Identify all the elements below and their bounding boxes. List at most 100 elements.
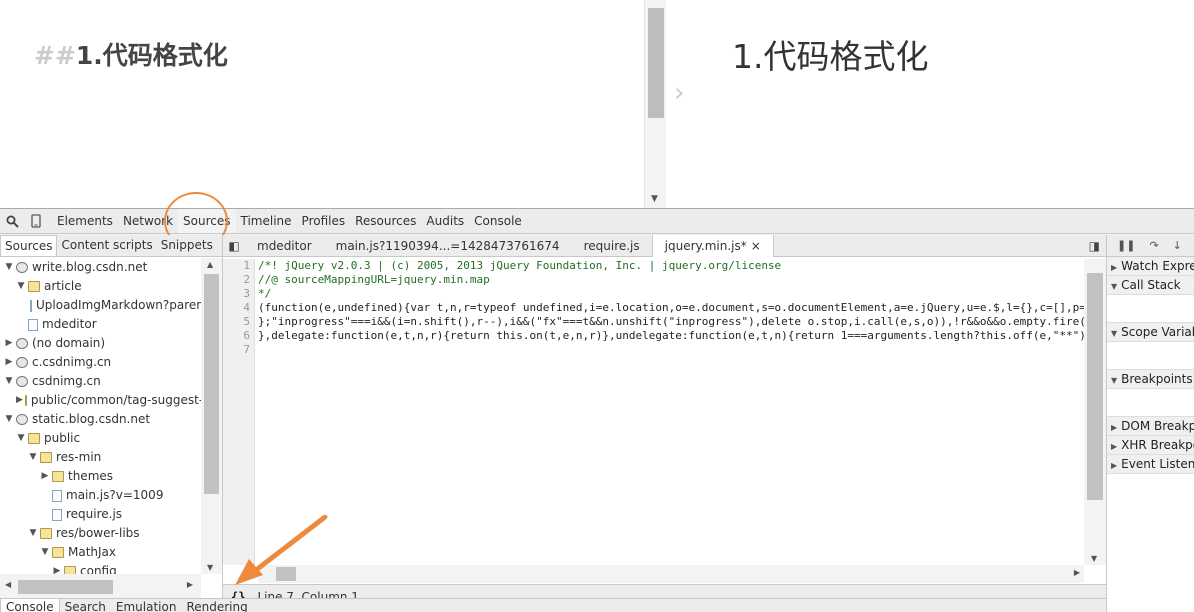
tree-node[interactable]: ▶ public/common/tag-suggest- [0,391,201,410]
tree-node[interactable]: UploadImgMarkdown?paren [0,296,201,315]
expand-right-icon[interactable]: ▶ [52,562,62,574]
drawer-tab-console[interactable]: Console [0,599,60,612]
debug-pane-header[interactable]: ▶ XHR Breakpoints [1107,436,1194,455]
chevron-right-icon[interactable]: › [674,78,684,108]
debug-pane-header[interactable]: ▶ Watch Expressions [1107,257,1194,276]
tab-network[interactable]: Network [118,209,178,233]
scroll-right-arrow-icon[interactable]: ▶ [1074,568,1080,577]
expand-down-icon[interactable]: ▼ [28,448,38,467]
code-editor[interactable]: /*! jQuery v2.0.3 | (c) 2005, 2013 jQuer… [258,259,1084,565]
tree-node[interactable]: mdeditor [0,315,201,334]
debug-pane-header[interactable]: ▶ Event Listener Breakpoints [1107,455,1194,474]
code-vertical-scrollbar[interactable]: ▼ [1084,259,1106,565]
scroll-down-arrow-icon[interactable]: ▼ [1091,554,1097,563]
drawer-tab-search[interactable]: Search [60,599,111,612]
tree-node[interactable]: ▶ config [0,562,201,574]
tree-node[interactable]: ▶ (no domain) [0,334,201,353]
tree-node[interactable]: ▼ res-min [0,448,201,467]
code-line[interactable]: //@ sourceMappingURL=jquery.min.map [258,273,1084,287]
nav-tab-sources[interactable]: Sources [0,235,58,256]
tree-scroll-thumb[interactable] [204,274,219,494]
toggle-debugger-icon[interactable]: ◨ [1089,239,1100,253]
step-over-icon[interactable]: ↷ [1149,239,1158,252]
tree-node[interactable]: ▶ themes [0,467,201,486]
markdown-editor[interactable]: ##1.代码格式化 [0,0,644,208]
expand-down-icon[interactable]: ▼ [4,410,14,429]
expand-down-icon[interactable]: ▼ [4,372,14,391]
nav-tab-content-scripts[interactable]: Content scripts [57,235,156,256]
scroll-left-arrow-icon[interactable]: ◀ [5,580,11,589]
tab-resources[interactable]: Resources [350,209,421,233]
tree-vertical-scrollbar[interactable]: ▲ ▼ [201,258,222,574]
expand-right-icon[interactable]: ▶ [1111,263,1117,272]
inspect-search-icon[interactable] [0,209,24,233]
tree-node[interactable]: ▼ static.blog.csdn.net [0,410,201,429]
expand-right-icon[interactable]: ▶ [40,467,50,486]
tab-audits[interactable]: Audits [421,209,469,233]
step-into-icon[interactable]: ↓ [1173,239,1182,252]
tab-console[interactable]: Console [469,209,527,233]
tree-node[interactable]: ▼ res/bower-libs [0,524,201,543]
code-scroll-thumb[interactable] [1087,273,1103,500]
tree-node[interactable]: ▼ write.blog.csdn.net [0,258,201,277]
tree-node[interactable]: ▶ c.csdnimg.cn [0,353,201,372]
expand-right-icon[interactable]: ▶ [1111,423,1117,432]
expand-down-icon[interactable]: ▼ [40,543,50,562]
tree-hscroll-thumb[interactable] [18,580,113,594]
expand-right-icon[interactable]: ▶ [1111,461,1117,470]
expand-right-icon[interactable]: ▶ [16,391,23,410]
tree-node[interactable]: require.js [0,505,201,524]
expand-right-icon[interactable]: ▶ [4,353,14,372]
scroll-down-arrow-icon[interactable]: ▼ [651,194,658,204]
drawer-tab-emulation[interactable]: Emulation [111,599,182,612]
device-mode-icon[interactable] [24,209,48,233]
expand-down-icon[interactable]: ▼ [1111,329,1117,338]
file-tab[interactable]: jquery.min.js* × [651,234,774,257]
tree-node[interactable]: ▼ public [0,429,201,448]
debug-pane-header[interactable]: ▼ Scope Variables [1107,323,1194,342]
tab-sources[interactable]: Sources [178,209,236,233]
code-line[interactable]: (function(e,undefined){var t,n,r=typeof … [258,301,1084,315]
expand-down-icon[interactable]: ▼ [28,524,38,543]
code-line[interactable]: */ [258,287,1084,301]
tree-node[interactable]: main.js?v=1009 [0,486,201,505]
expand-down-icon[interactable]: ▼ [1111,376,1117,385]
toggle-navigator-icon[interactable]: ◧ [223,239,245,253]
code-hscroll-thumb[interactable] [276,567,296,581]
expand-down-icon[interactable]: ▼ [1111,282,1117,291]
tree-node[interactable]: ▼ csdnimg.cn [0,372,201,391]
scroll-down-arrow-icon[interactable]: ▼ [207,563,213,572]
debug-pane-header[interactable]: ▼ Breakpoints [1107,370,1194,389]
tab-elements[interactable]: Elements [52,209,118,233]
nav-tab-snippets[interactable]: Snippets [157,235,217,256]
code-line[interactable]: };"inprogress"===i&&(i=n.shift(),r--),i&… [258,315,1084,329]
file-tab[interactable]: main.js?1190394...=1428473761674 [324,235,572,257]
code-line[interactable]: },delegate:function(e,t,n,r){return this… [258,329,1084,343]
tree-node[interactable]: ▼ MathJax [0,543,201,562]
tab-profiles[interactable]: Profiles [297,209,351,233]
close-icon[interactable]: × [751,239,761,253]
tree-node[interactable]: ▼ article [0,277,201,296]
expand-down-icon[interactable]: ▼ [4,258,14,277]
scroll-right-arrow-icon[interactable]: ▶ [187,580,193,589]
debug-pane-header[interactable]: ▼ Call Stack [1107,276,1194,295]
expand-right-icon[interactable]: ▶ [1111,442,1117,451]
editor-scrollbar[interactable]: ▼ [644,0,666,208]
editor-heading-line: ##1.代码格式化 [34,36,228,72]
tab-timeline[interactable]: Timeline [236,209,297,233]
editor-scroll-thumb[interactable] [648,8,664,118]
code-horizontal-scrollbar[interactable]: ▶ [258,565,1084,583]
code-line[interactable]: /*! jQuery v2.0.3 | (c) 2005, 2013 jQuer… [258,259,1084,273]
code-line[interactable] [258,343,1084,357]
debug-pane-header[interactable]: ▶ DOM Breakpoints [1107,417,1194,436]
line-number-gutter[interactable]: 1234567 [223,259,255,565]
tree-horizontal-scrollbar[interactable]: ◀ ▶ [0,574,201,598]
scroll-up-arrow-icon[interactable]: ▲ [207,260,213,269]
file-tab[interactable]: require.js [572,235,652,257]
pause-icon[interactable]: ❚❚ [1117,239,1135,252]
drawer-tab-rendering[interactable]: Rendering [181,599,252,612]
file-tab[interactable]: mdeditor [245,235,324,257]
expand-down-icon[interactable]: ▼ [16,277,26,296]
expand-down-icon[interactable]: ▼ [16,429,26,448]
expand-right-icon[interactable]: ▶ [4,334,14,353]
